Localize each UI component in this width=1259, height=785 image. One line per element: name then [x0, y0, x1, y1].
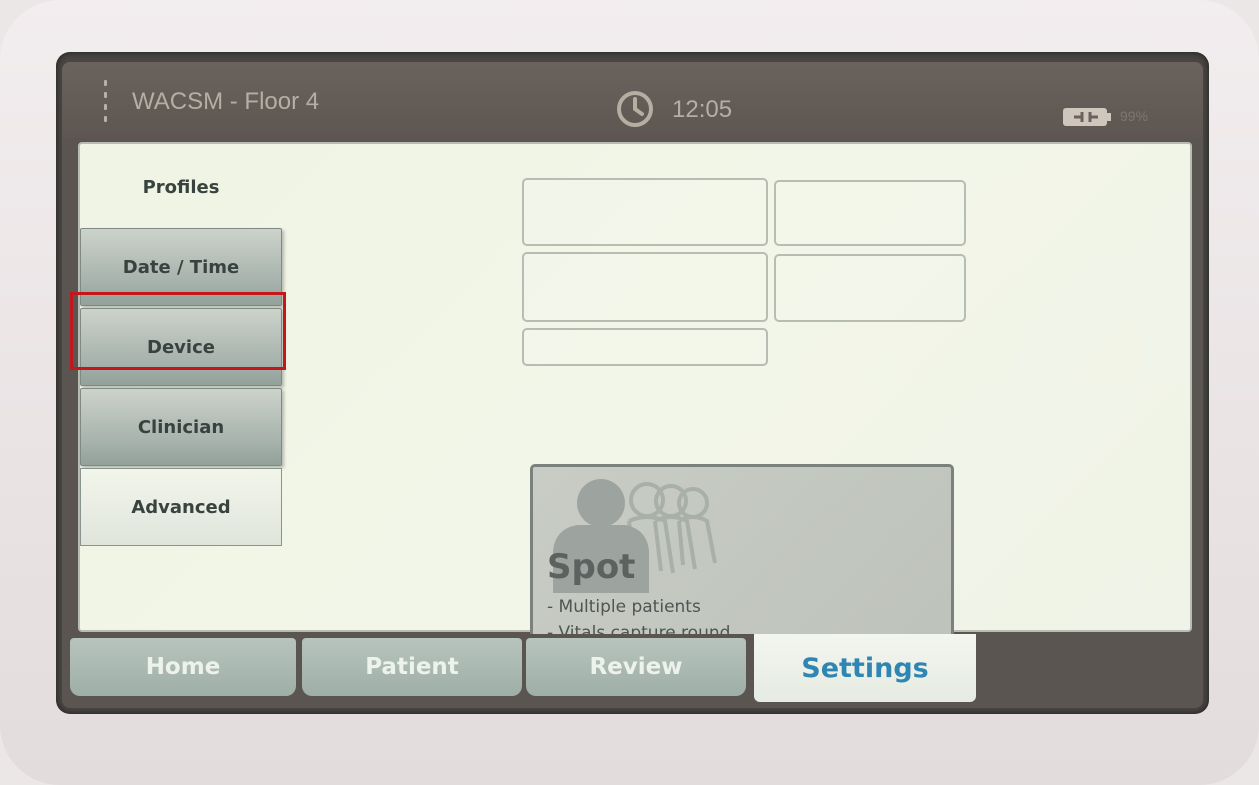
location-label: WACSM - Floor 4: [132, 88, 320, 115]
tab-label: Settings: [801, 652, 929, 684]
settings-content: Profiles Date / Time Device Clinician Ad…: [70, 142, 1192, 680]
card-title: Spot: [547, 547, 636, 587]
field-box: [774, 180, 966, 246]
monitor-screen: WACSM - Floor 4 12:05 99% Profiles Date …: [62, 62, 1203, 708]
tab-settings[interactable]: Settings: [754, 634, 976, 702]
tab-label: Home: [145, 654, 221, 680]
bottom-navigation: Home Patient Review Settings: [62, 634, 1203, 708]
menu-dots-icon[interactable]: [102, 80, 108, 126]
sidebar-item-profiles[interactable]: Profiles: [80, 148, 282, 226]
tab-review[interactable]: Review: [526, 638, 746, 696]
field-box: [522, 252, 768, 322]
tab-label: Review: [589, 654, 683, 680]
status-bar: WACSM - Floor 4 12:05 99%: [62, 62, 1203, 138]
sidebar-item-advanced[interactable]: Advanced: [80, 468, 282, 546]
card-description-line: - Multiple patients: [547, 597, 701, 617]
tab-label: Patient: [365, 654, 459, 680]
clock-icon: [617, 91, 653, 127]
clock-time: 12:05: [672, 96, 733, 123]
sidebar-item-device[interactable]: Device: [80, 308, 282, 386]
sidebar-item-label: Date / Time: [122, 256, 240, 278]
tab-patient[interactable]: Patient: [302, 638, 522, 696]
sidebar-item-date-time[interactable]: Date / Time: [80, 228, 282, 306]
battery-percent: 99%: [1120, 108, 1149, 124]
battery-plug-icon: [1063, 108, 1111, 126]
field-box: [774, 254, 966, 322]
field-box: [522, 328, 768, 366]
sidebar-item-label: Device: [147, 336, 215, 358]
tab-home[interactable]: Home: [70, 638, 296, 696]
sidebar-item-label: Clinician: [137, 416, 225, 438]
sidebar-item-label: Advanced: [131, 496, 231, 518]
sidebar-item-label: Profiles: [142, 176, 220, 198]
sidebar-item-clinician[interactable]: Clinician: [80, 388, 282, 466]
field-box: [522, 178, 768, 246]
